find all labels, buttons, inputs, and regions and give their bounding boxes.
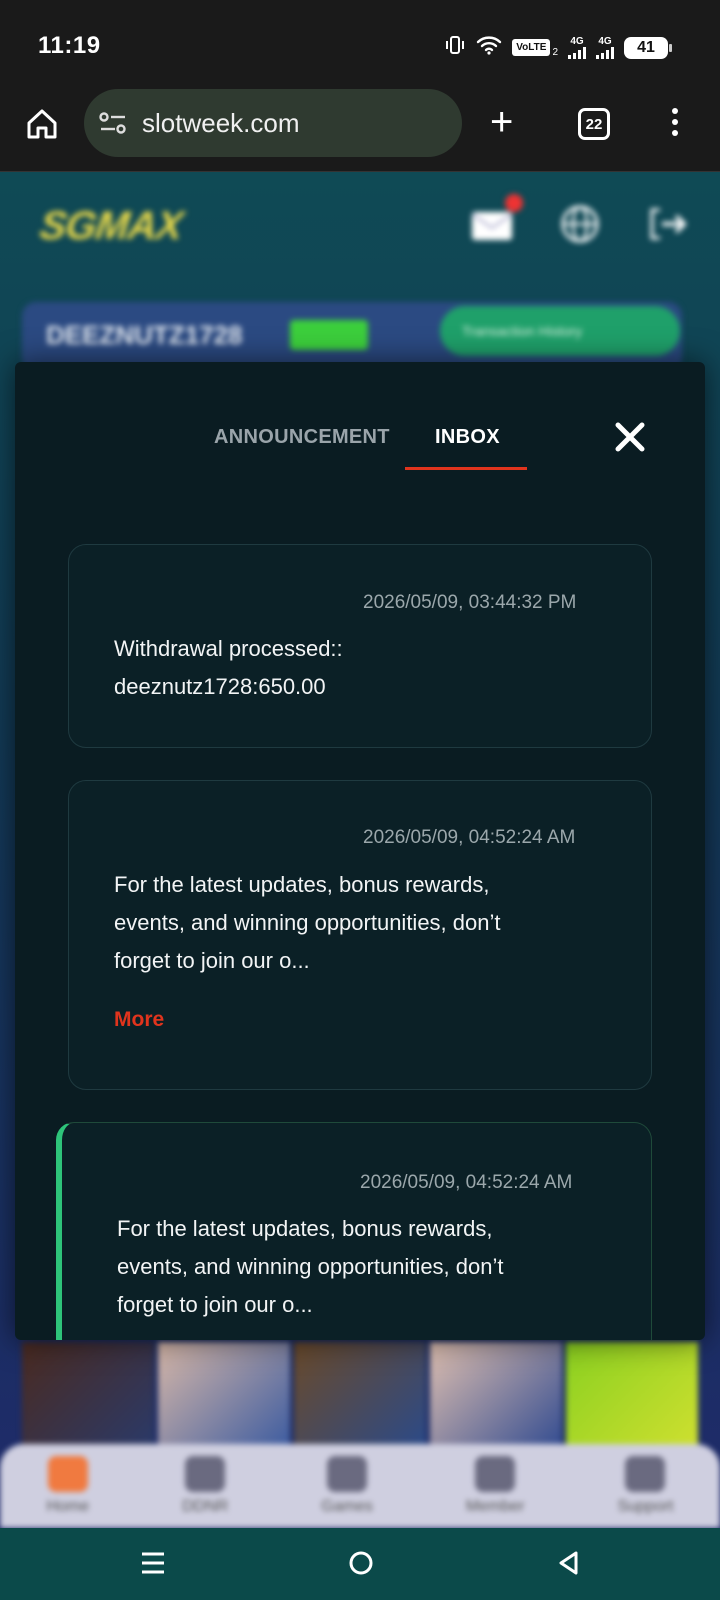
game-tile xyxy=(158,1342,290,1452)
volte-badge: VoLTE xyxy=(512,39,551,56)
nav-label: Games xyxy=(321,1498,373,1515)
inbox-modal: ANNOUNCEMENT INBOX 2026/05/09, 03:44:32 … xyxy=(15,362,705,1340)
signal-2: 4G xyxy=(596,35,614,59)
tab-switcher-button[interactable]: 22 xyxy=(578,108,610,140)
cards-icon xyxy=(327,1456,368,1492)
tab-inbox[interactable]: INBOX xyxy=(435,426,500,449)
message-line: forget to join our o... xyxy=(114,948,310,973)
nav-label: DDNR xyxy=(182,1498,229,1515)
message-text: For the latest updates, bonus rewards, e… xyxy=(117,1210,503,1324)
message-line: Withdrawal processed:: xyxy=(114,636,343,661)
address-bar[interactable]: slotweek.com xyxy=(84,89,462,157)
wifi-icon xyxy=(476,35,502,60)
network-type-1: 4G xyxy=(570,35,584,47)
status-time: 11:19 xyxy=(38,32,101,59)
message-text: For the latest updates, bonus rewards, e… xyxy=(114,866,500,980)
signal-bars-icon xyxy=(568,46,586,59)
bottom-nav: Home DDNR Games Member Support xyxy=(0,1444,720,1528)
back-icon[interactable] xyxy=(556,1550,582,1581)
nav-label: Home xyxy=(46,1498,90,1515)
nav-ddnr: DDNR xyxy=(182,1456,228,1516)
active-tab-indicator xyxy=(405,467,527,470)
new-tab-icon[interactable]: + xyxy=(490,102,513,142)
message-line: events, and winning opportunities, don’t xyxy=(114,910,501,935)
network-type-2: 4G xyxy=(598,35,612,47)
transaction-history-button: Transaction History xyxy=(440,306,680,356)
account-name: DEEZNUTZ1728 xyxy=(46,320,243,350)
game-tile xyxy=(566,1342,698,1452)
battery-icon: 41 xyxy=(624,36,672,59)
tab-count: 22 xyxy=(585,115,603,133)
tab-announcement[interactable]: ANNOUNCEMENT xyxy=(214,426,390,449)
support-icon xyxy=(625,1456,666,1492)
transaction-history-label: Transaction History xyxy=(462,323,583,339)
signal-1: 4G xyxy=(568,35,586,59)
coins-icon xyxy=(185,1456,226,1492)
nav-label: Support xyxy=(617,1498,674,1515)
game-tile xyxy=(22,1342,154,1452)
home-icon xyxy=(47,1456,88,1492)
message-text: Withdrawal processed:: deeznutz1728:650.… xyxy=(114,630,343,706)
nav-home: Home xyxy=(46,1456,89,1516)
header-icons xyxy=(470,204,690,244)
globe-icon xyxy=(561,205,599,243)
nav-games: Games xyxy=(321,1456,373,1516)
home-circle-icon[interactable] xyxy=(348,1550,374,1581)
url-text[interactable]: slotweek.com xyxy=(142,108,300,139)
browser-toolbar: slotweek.com + 22 xyxy=(0,86,720,172)
signal-bars-icon xyxy=(596,46,614,59)
notification-dot xyxy=(505,194,523,212)
message-date: 2026/05/09, 04:52:24 AM xyxy=(360,1172,573,1193)
site-settings-icon[interactable] xyxy=(98,111,128,135)
system-nav-bar xyxy=(0,1528,720,1600)
site-logo: SGMAX xyxy=(36,204,185,248)
message-line: For the latest updates, bonus rewards, xyxy=(114,872,490,897)
vip-badge xyxy=(290,320,368,350)
message-line: For the latest updates, bonus rewards, xyxy=(117,1216,493,1241)
user-icon xyxy=(475,1456,516,1492)
game-tile xyxy=(430,1342,562,1452)
message-line: deeznutz1728:650.00 xyxy=(114,674,326,699)
message-line: events, and winning opportunities, don’t xyxy=(117,1254,504,1279)
more-link[interactable]: More xyxy=(114,1008,164,1032)
close-icon[interactable] xyxy=(613,420,647,454)
nav-member: Member xyxy=(466,1456,525,1516)
volte-sub: 2 xyxy=(552,47,558,58)
logout-icon xyxy=(650,208,687,240)
game-tile xyxy=(294,1342,426,1452)
vibrate-icon xyxy=(444,34,466,61)
nav-label: Member xyxy=(465,1498,525,1515)
message-date: 2026/05/09, 04:52:24 AM xyxy=(363,827,576,848)
message-date: 2026/05/09, 03:44:32 PM xyxy=(363,592,577,613)
battery-level: 41 xyxy=(637,38,655,56)
nav-support: Support xyxy=(617,1456,674,1516)
status-icons: VoLTE 2 4G 4G 41 xyxy=(444,34,672,61)
more-menu-icon[interactable] xyxy=(672,108,680,136)
status-bar: 11:19 VoLTE 2 4G 4G 41 xyxy=(0,0,720,86)
home-icon[interactable] xyxy=(24,106,60,142)
message-line: forget to join our o... xyxy=(117,1292,313,1317)
recents-icon[interactable] xyxy=(140,1550,166,1581)
game-strip xyxy=(22,1342,698,1452)
